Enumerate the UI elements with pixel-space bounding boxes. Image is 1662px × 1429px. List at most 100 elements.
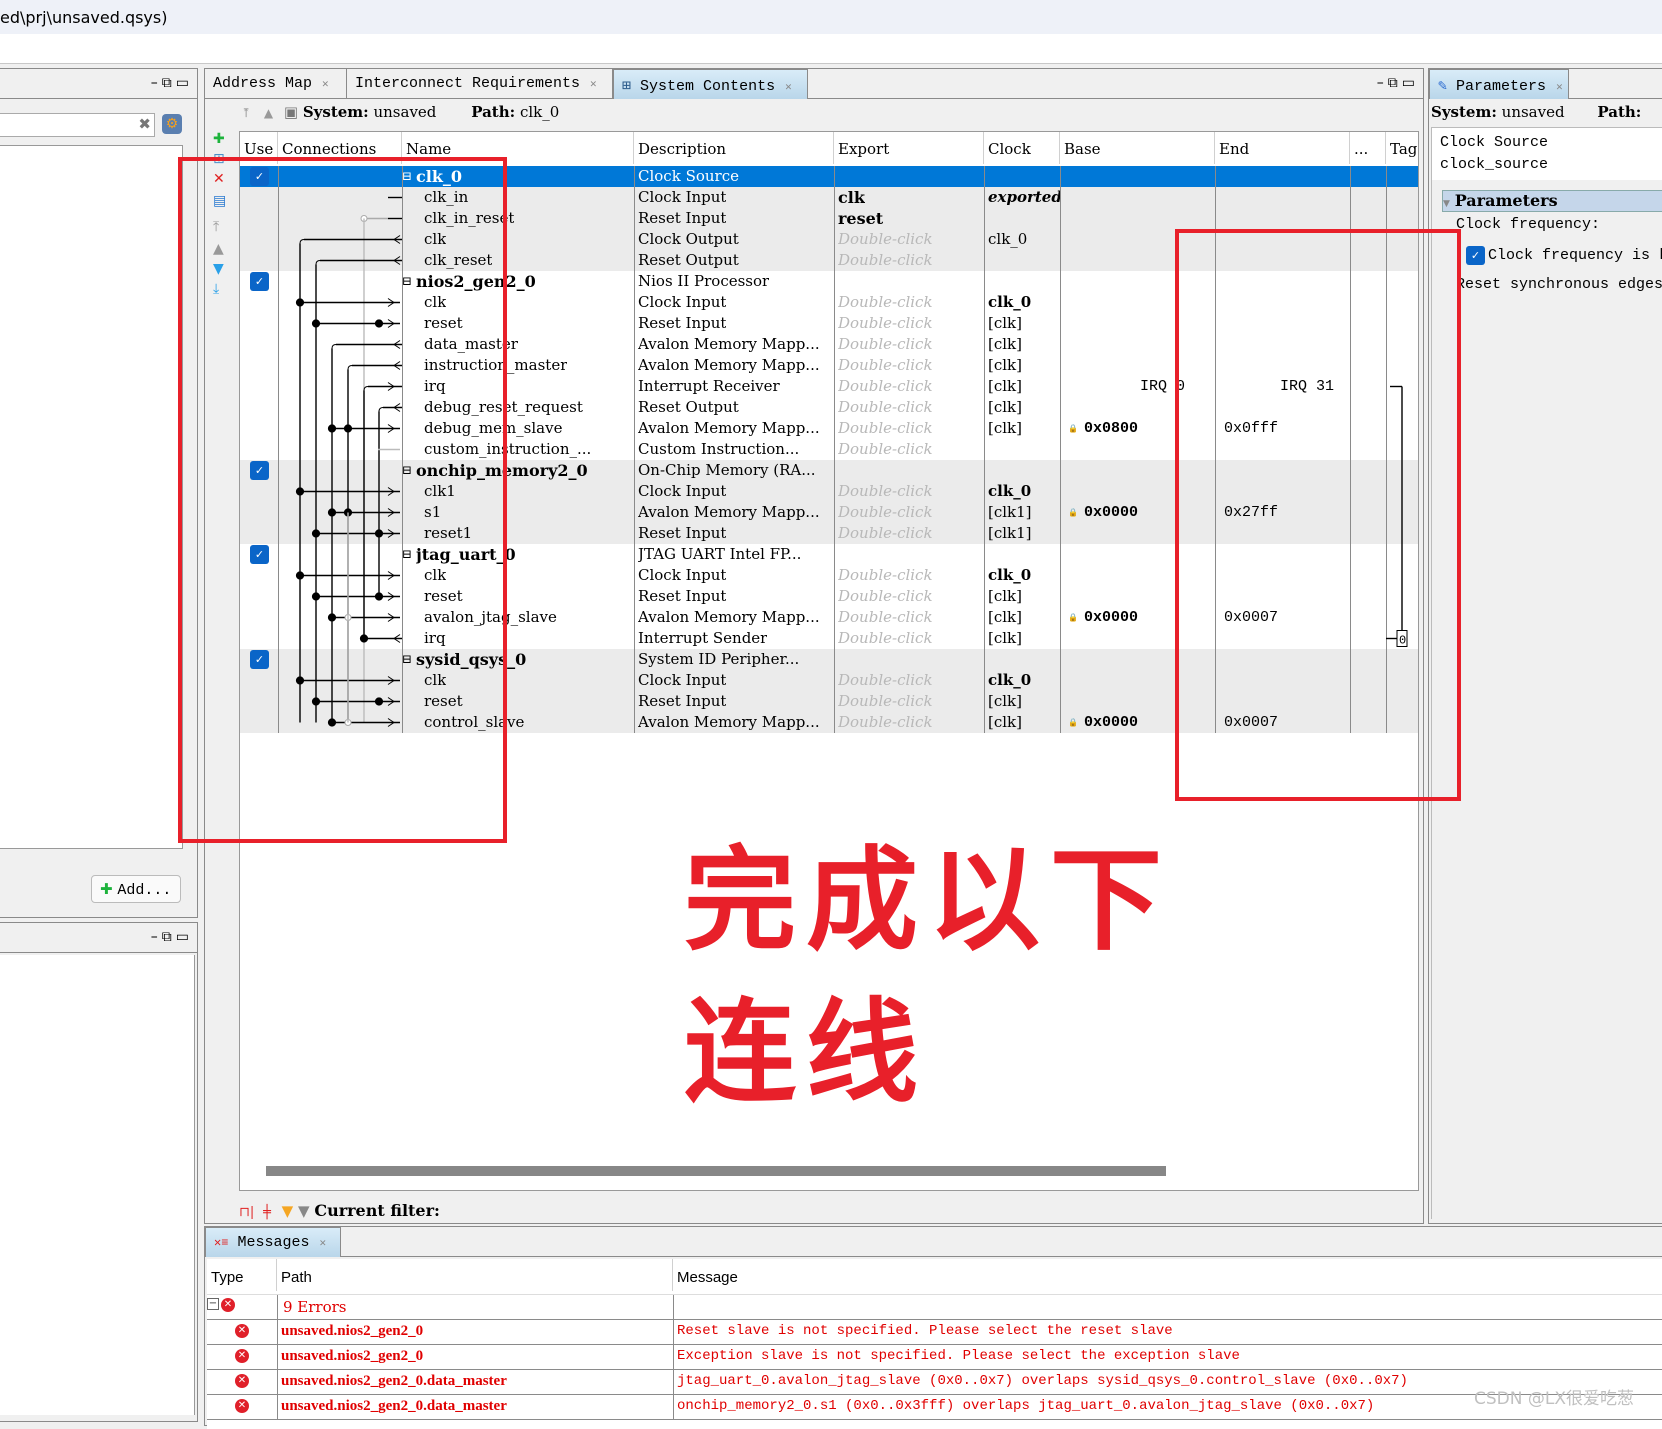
clock-cell: [clk] — [988, 608, 1022, 626]
collapse-icon[interactable]: − — [207, 1298, 219, 1310]
current-filter-label: Current filter: — [314, 1201, 440, 1220]
clear-filter-icon[interactable]: ▼ — [298, 1202, 310, 1220]
col-end[interactable]: End — [1215, 132, 1350, 164]
description-cell: Clock Input — [638, 482, 727, 500]
tab-interconnect-requirements[interactable]: Interconnect Requirements ✕ — [347, 69, 613, 99]
export-cell[interactable]: Double-click — [838, 376, 933, 397]
message-row[interactable]: ✕ unsaved.nios2_gen2_0.data_master onchi… — [207, 1395, 1662, 1420]
msg-col-type[interactable]: Type — [207, 1259, 277, 1291]
description-cell: Reset Input — [638, 209, 727, 227]
show-clocks-icon[interactable]: ╪ — [263, 1205, 271, 1220]
export-cell[interactable]: Double-click — [838, 355, 933, 376]
export-cell[interactable]: Double-click — [838, 397, 933, 418]
main-window-controls[interactable]: –⧉▭ — [1377, 75, 1419, 91]
col-base[interactable]: Base — [1060, 132, 1215, 164]
system-icon: ▣ — [283, 103, 299, 121]
export-cell[interactable]: Double-click — [838, 313, 933, 334]
menu-bar — [0, 34, 1662, 64]
export-cell[interactable]: Double-click — [838, 439, 933, 460]
message-path: unsaved.nios2_gen2_0.data_master — [281, 1373, 507, 1389]
export-cell[interactable]: Double-click — [838, 628, 933, 649]
close-tab-icon[interactable]: ✕ — [1556, 82, 1563, 94]
messages-table[interactable]: Type Path Message − ✕ 9 Errors ✕ unsaved… — [207, 1259, 1662, 1429]
export-cell[interactable]: Double-click — [838, 607, 933, 628]
clock-cell: [clk1] — [988, 524, 1032, 542]
close-tab-icon[interactable]: ✕ — [322, 79, 329, 91]
top-level-icon[interactable]: ⤒ — [241, 106, 251, 120]
description-cell: Custom Instruction... — [638, 440, 800, 458]
description-cell: Reset Input — [638, 587, 727, 605]
messages-panel: ✕≡ Messages ✕ Type Path Message − ✕ 9 Err… — [204, 1226, 1662, 1429]
main-tab-bar: Address Map ✕ Interconnect Requirements ✕ … — [205, 69, 1423, 99]
export-cell[interactable]: Double-click — [838, 481, 933, 502]
hierarchy-tree[interactable] — [0, 955, 195, 1415]
show-signals-icon[interactable]: ⊓| — [239, 1205, 254, 1220]
tab-system-contents[interactable]: ⊞ System Contents ✕ — [613, 69, 808, 99]
clock-cell: [clk] — [988, 335, 1022, 353]
add-button[interactable]: ✚ Add... — [91, 875, 181, 903]
description-cell: Interrupt Sender — [638, 629, 768, 647]
export-cell[interactable]: Double-click — [838, 691, 933, 712]
export-cell[interactable]: Double-click — [838, 565, 933, 586]
error-icon: ✕ — [235, 1374, 249, 1388]
tab-address-map[interactable]: Address Map ✕ — [205, 69, 347, 99]
panel-window-controls[interactable]: –⧉▭ — [151, 75, 193, 91]
clock-frequency-label: Clock frequency: — [1456, 216, 1601, 233]
settings-gear-icon[interactable]: ⚙ — [162, 114, 182, 134]
col-tag[interactable]: Tag — [1386, 132, 1418, 164]
export-cell[interactable]: Double-click — [838, 229, 933, 250]
export-cell[interactable]: Double-click — [838, 586, 933, 607]
clock-cell: clk_0 — [988, 482, 1032, 500]
tab-messages[interactable]: ✕≡ Messages ✕ — [205, 1227, 341, 1257]
filter-bar: ⊓| ╪ ▼ ▼ Current filter: — [239, 1201, 839, 1221]
add-component-icon[interactable]: ✚ — [213, 131, 225, 147]
export-cell[interactable]: Double-click — [838, 292, 933, 313]
export-cell[interactable]: Double-click — [838, 712, 933, 733]
clear-search-icon[interactable]: ✖ — [138, 115, 151, 133]
close-tab-icon[interactable]: ✕ — [785, 82, 792, 94]
maximize-icon[interactable]: ▭ — [176, 75, 193, 91]
ip-catalog-tree[interactable] — [0, 145, 183, 849]
message-row[interactable]: ✕ unsaved.nios2_gen2_0.data_master jtag_… — [207, 1370, 1662, 1395]
message-text: jtag_uart_0.avalon_jtag_slave (0x0..0x7)… — [677, 1373, 1408, 1389]
filter-icon[interactable]: ▼ — [282, 1202, 294, 1220]
clock-cell: [clk] — [988, 419, 1022, 437]
message-row[interactable]: ✕ unsaved.nios2_gen2_0 Exception slave i… — [207, 1345, 1662, 1370]
component-type: clock_source — [1440, 156, 1549, 173]
path-label: Path: — [471, 103, 516, 121]
export-cell[interactable]: Double-click — [838, 670, 933, 691]
col-description[interactable]: Description — [634, 132, 834, 164]
message-row[interactable]: ✕ unsaved.nios2_gen2_0 Reset slave is no… — [207, 1320, 1662, 1345]
clock-known-checkbox[interactable]: ✓ — [1466, 246, 1485, 265]
up-level-icon[interactable]: ▲ — [264, 106, 273, 120]
close-tab-icon[interactable]: ✕ — [319, 1238, 326, 1250]
export-cell[interactable]: Double-click — [838, 250, 933, 271]
panel-window-controls-2[interactable]: –⧉▭ — [151, 929, 193, 945]
export-cell[interactable]: Double-click — [838, 523, 933, 544]
lock-icon: 🔒 — [1068, 718, 1078, 727]
description-cell: On-Chip Memory (RA... — [638, 461, 816, 479]
clock-cell: [clk] — [988, 629, 1022, 647]
message-path: unsaved.nios2_gen2_0 — [281, 1348, 424, 1364]
description-cell: Clock Source — [638, 167, 739, 185]
close-tab-icon[interactable]: ✕ — [590, 79, 597, 91]
horizontal-scrollbar[interactable] — [266, 1166, 1166, 1176]
export-cell[interactable]: Double-click — [838, 418, 933, 439]
error-icon: ✕ — [235, 1399, 249, 1413]
lock-icon: 🔒 — [1068, 613, 1078, 622]
ip-search-input[interactable]: ✖ — [0, 113, 155, 137]
description-cell: Avalon Memory Mapp... — [638, 713, 820, 731]
restore-icon[interactable]: ⧉ — [162, 75, 176, 91]
errors-summary-row[interactable]: − ✕ 9 Errors — [207, 1295, 1662, 1320]
col-clock[interactable]: Clock — [984, 132, 1060, 164]
tab-parameters[interactable]: ✎ Parameters ✕ — [1429, 69, 1569, 99]
col-more[interactable]: ... — [1350, 132, 1386, 164]
export-cell[interactable]: Double-click — [838, 334, 933, 355]
export-cell[interactable]: Double-click — [838, 502, 933, 523]
col-export[interactable]: Export — [834, 132, 984, 164]
msg-col-message[interactable]: Message — [673, 1259, 1662, 1291]
msg-col-path[interactable]: Path — [277, 1259, 673, 1291]
errors-summary: 9 Errors — [283, 1298, 347, 1316]
reset-sync-label: Reset synchronous edges — [1456, 276, 1662, 293]
parameters-section-header[interactable]: ▼ Parameters — [1442, 190, 1662, 212]
